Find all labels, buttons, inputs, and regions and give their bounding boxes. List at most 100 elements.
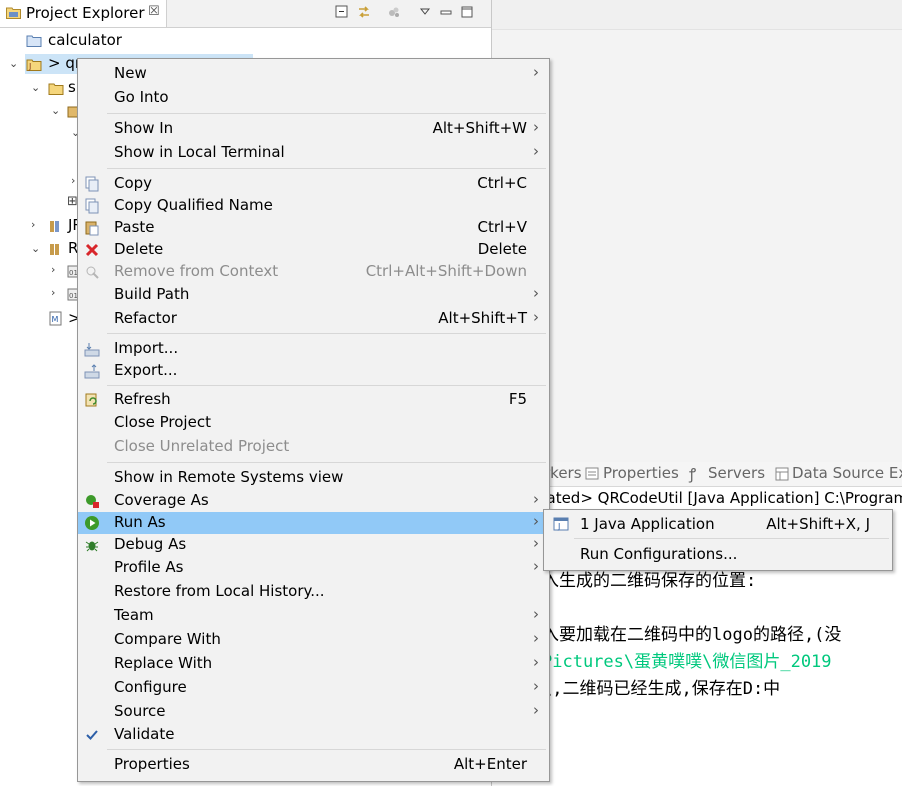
menu-item-validate[interactable]: Validate bbox=[78, 724, 549, 746]
menu-item-refresh[interactable]: Refresh F5 bbox=[78, 389, 549, 411]
chevron-right-icon: › bbox=[533, 557, 539, 575]
menu-item-shortcut: Ctrl+Alt+Shift+Down bbox=[365, 262, 527, 280]
view-menu-icon[interactable] bbox=[417, 4, 433, 20]
menu-item-label: Copy bbox=[114, 174, 153, 192]
menu-item-label: Replace With bbox=[114, 654, 213, 672]
menu-item-label: Refresh bbox=[114, 390, 171, 408]
menu-item-label: Copy Qualified Name bbox=[114, 196, 273, 214]
menu-item-debug-as[interactable]: Debug As › bbox=[78, 534, 549, 556]
chevron-right-icon: › bbox=[533, 308, 539, 326]
menu-item-profile-as[interactable]: Profile As › bbox=[78, 557, 549, 579]
project-folder-icon bbox=[26, 35, 42, 47]
menu-item-shortcut: Ctrl+C bbox=[477, 174, 527, 192]
close-icon[interactable]: ☒ bbox=[148, 4, 160, 19]
editor-tab-strip bbox=[492, 0, 902, 30]
menu-item-restore-from-local-history[interactable]: Restore from Local History... bbox=[78, 581, 549, 603]
menu-item-close-project[interactable]: Close Project bbox=[78, 412, 549, 434]
menu-item-replace-with[interactable]: Replace With › bbox=[78, 653, 549, 675]
context-menu: New › Go Into Show In Alt+Shift+W › Show… bbox=[77, 58, 550, 782]
chevron-down-icon[interactable]: ⌄ bbox=[31, 81, 40, 94]
menu-item-source[interactable]: Source › bbox=[78, 701, 549, 723]
menu-item-copy[interactable]: Copy Ctrl+C bbox=[78, 173, 549, 195]
console-line: 入要加载在二维码中的logo的路径,(没 bbox=[542, 625, 842, 645]
submenu-item-java-application[interactable]: J 1 Java Application Alt+Shift+X, J bbox=[544, 512, 892, 536]
menu-item-import[interactable]: Import... bbox=[78, 338, 549, 360]
chevron-right-icon: › bbox=[533, 605, 539, 623]
tab-data-source-explorer[interactable]: Data Source Exp bbox=[792, 464, 902, 482]
tree-item-calculator[interactable]: calculator bbox=[0, 31, 480, 53]
chevron-right-icon[interactable]: › bbox=[51, 263, 55, 276]
editor-area bbox=[492, 0, 902, 462]
menu-item-new[interactable]: New › bbox=[78, 63, 549, 85]
menu-item-coverage-as[interactable]: Coverage As › bbox=[78, 490, 549, 512]
chevron-right-icon[interactable]: › bbox=[31, 218, 35, 231]
chevron-right-icon[interactable]: › bbox=[51, 286, 55, 299]
tab-servers[interactable]: Servers bbox=[708, 464, 765, 482]
chevron-right-icon[interactable]: › bbox=[71, 174, 75, 187]
menu-item-properties[interactable]: Properties Alt+Enter bbox=[78, 754, 549, 776]
debug-icon bbox=[85, 541, 99, 552]
chevron-right-icon: › bbox=[533, 63, 539, 81]
link-with-editor-icon[interactable] bbox=[356, 4, 372, 20]
maximize-icon[interactable] bbox=[459, 4, 475, 20]
menu-item-shortcut: Alt+Shift+W bbox=[432, 119, 527, 137]
menu-item-delete[interactable]: Delete Delete bbox=[78, 239, 549, 261]
run-as-submenu: J 1 Java Application Alt+Shift+X, J Run … bbox=[543, 509, 893, 571]
java-application-icon: J bbox=[553, 517, 569, 531]
validate-check-icon bbox=[86, 730, 98, 740]
chevron-right-icon: › bbox=[533, 118, 539, 136]
chevron-right-icon: › bbox=[533, 142, 539, 160]
pom-file-icon: M bbox=[49, 311, 62, 326]
project-explorer-tab[interactable]: Project Explorer ☒ bbox=[0, 0, 167, 27]
menu-item-export[interactable]: Export... bbox=[78, 360, 549, 382]
menu-item-paste[interactable]: Paste Ctrl+V bbox=[78, 217, 549, 239]
chevron-down-icon[interactable]: ⌄ bbox=[51, 104, 60, 117]
submenu-item-run-configurations[interactable]: Run Configurations... bbox=[544, 542, 892, 566]
minimize-icon[interactable] bbox=[438, 4, 454, 20]
console-launch-label: nated> QRCodeUtil [Java Application] C:\… bbox=[537, 489, 902, 507]
collapse-all-icon[interactable] bbox=[334, 4, 350, 20]
coverage-icon bbox=[86, 495, 99, 508]
menu-item-shortcut: Alt+Shift+T bbox=[438, 309, 527, 327]
tree-item-label: calculator bbox=[48, 31, 122, 49]
menu-item-shortcut: Alt+Enter bbox=[453, 755, 527, 773]
referenced-libraries-icon bbox=[50, 244, 59, 255]
menu-separator bbox=[107, 168, 546, 169]
console-line-path: Pictures\蛋黄噗噗\微信图片_2019 bbox=[542, 652, 832, 672]
chevron-down-icon[interactable]: ⌄ bbox=[31, 242, 40, 255]
menu-item-refactor[interactable]: Refactor Alt+Shift+T › bbox=[78, 308, 549, 330]
menu-item-show-in-local-terminal[interactable]: Show in Local Terminal › bbox=[78, 142, 549, 164]
chevron-right-icon: › bbox=[533, 534, 539, 552]
menu-item-configure[interactable]: Configure › bbox=[78, 677, 549, 699]
menu-item-label: Properties bbox=[114, 755, 190, 773]
menu-item-label: Team bbox=[114, 606, 154, 624]
bottom-panel-tabs: rkers Properties ꝭ Servers Data Source E… bbox=[492, 462, 902, 487]
chevron-right-icon: › bbox=[533, 284, 539, 302]
data-source-icon bbox=[775, 467, 789, 481]
menu-separator bbox=[107, 749, 546, 750]
menu-item-label: Profile As bbox=[114, 558, 184, 576]
chevron-down-icon[interactable]: ⌄ bbox=[9, 57, 18, 70]
focus-on-active-task-icon[interactable] bbox=[386, 4, 402, 20]
menu-item-show-in[interactable]: Show In Alt+Shift+W › bbox=[78, 118, 549, 140]
menu-item-team[interactable]: Team › bbox=[78, 605, 549, 627]
menu-item-go-into[interactable]: Go Into bbox=[78, 87, 549, 109]
menu-item-copy-qualified-name[interactable]: Copy Qualified Name bbox=[78, 195, 549, 217]
menu-item-build-path[interactable]: Build Path › bbox=[78, 284, 549, 306]
menu-item-remove-from-context[interactable]: Remove from Context Ctrl+Alt+Shift+Down bbox=[78, 261, 549, 283]
project-explorer-title: Project Explorer bbox=[26, 4, 145, 22]
menu-item-show-in-remote-systems-view[interactable]: Show in Remote Systems view bbox=[78, 467, 549, 489]
paste-icon bbox=[85, 221, 99, 236]
menu-item-close-unrelated-project[interactable]: Close Unrelated Project bbox=[78, 436, 549, 458]
menu-separator bbox=[107, 333, 546, 334]
menu-item-run-as[interactable]: Run As › bbox=[78, 512, 549, 534]
tab-properties[interactable]: Properties bbox=[603, 464, 679, 482]
submenu-item-label: 1 Java Application bbox=[580, 515, 715, 533]
menu-separator bbox=[574, 538, 889, 539]
delete-icon bbox=[85, 243, 99, 257]
menu-item-label: Source bbox=[114, 702, 166, 720]
chevron-right-icon: › bbox=[533, 490, 539, 508]
menu-item-compare-with[interactable]: Compare With › bbox=[78, 629, 549, 651]
menu-item-shortcut: Delete bbox=[477, 240, 527, 258]
menu-item-label: Validate bbox=[114, 725, 175, 743]
